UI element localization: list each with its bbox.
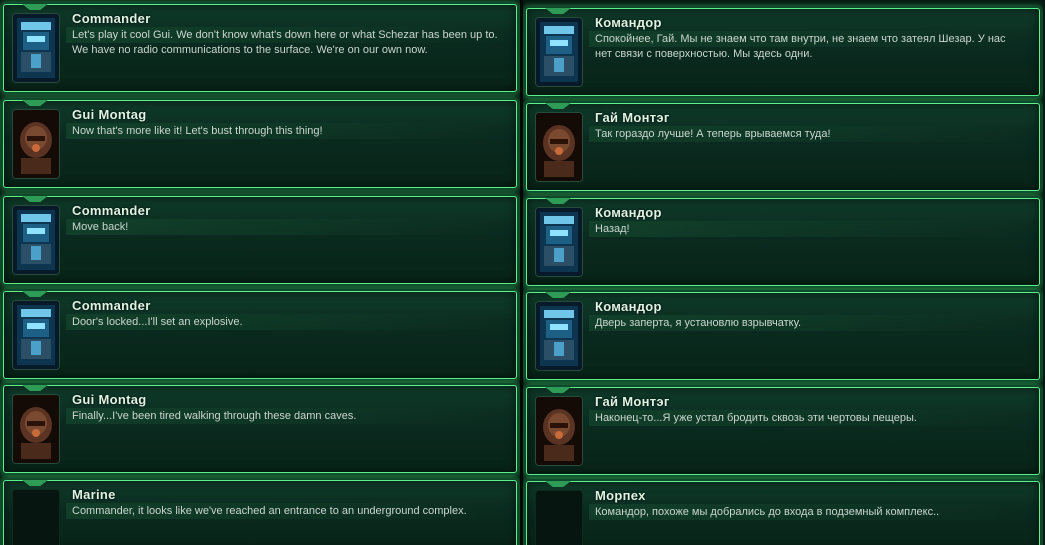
dialogue-text: Спокойнее, Гай. Мы не знаем что там внут…	[595, 33, 1006, 60]
dialogue-panel: Gui Montag Finally...I've been tired wal…	[3, 385, 517, 473]
dialogue-panel: Гай Монтэг Так гораздо лучше! А теперь в…	[526, 103, 1040, 191]
panel-notch	[22, 291, 48, 297]
dialogue-panel: Гай Монтэг Наконец-то...Я уже устал брод…	[526, 387, 1040, 475]
commander-portrait-icon	[535, 301, 583, 371]
speaker-name: Командор	[595, 205, 662, 220]
dialogue-panel: Commander Move back!	[3, 196, 517, 284]
panel-notch	[545, 103, 571, 109]
speaker-name: Морпех	[595, 488, 646, 503]
dialogue-panel: Commander Let's play it cool Gui. We don…	[3, 4, 517, 92]
dialogue-text: Finally...I've been tired walking throug…	[72, 410, 357, 422]
dialogue-text: Let's play it cool Gui. We don't know wh…	[72, 29, 498, 56]
speaker-name: Командор	[595, 15, 662, 30]
panel-notch	[545, 387, 571, 393]
panel-notch	[22, 100, 48, 106]
dialogue-text: Now that's more like it! Let's bust thro…	[72, 125, 323, 137]
gui-montag-portrait-icon	[12, 109, 60, 179]
panel-notch	[545, 198, 571, 204]
dialogue-text: Door's locked...I'll set an explosive.	[72, 316, 243, 328]
dialogue-text: Командор, похоже мы добрались до входа в…	[595, 506, 940, 518]
dialogue-panel: Commander Door's locked...I'll set an ex…	[3, 291, 517, 379]
panel-notch	[22, 480, 48, 486]
marine-portrait-icon	[535, 490, 583, 545]
dialogue-column-russian: Командор Спокойнее, Гай. Мы не знаем что…	[523, 0, 1043, 545]
dialogue-text: Назад!	[595, 223, 630, 235]
commander-portrait-icon	[12, 13, 60, 83]
dialogue-column-english: Commander Let's play it cool Gui. We don…	[0, 0, 520, 545]
dialogue-panel: Морпех Командор, похоже мы добрались до …	[526, 481, 1040, 545]
speaker-name: Gui Montag	[72, 392, 147, 407]
dialogue-panel: Командор Назад!	[526, 198, 1040, 286]
dialogue-panel: Marine Commander, it looks like we've re…	[3, 480, 517, 545]
commander-portrait-icon	[12, 205, 60, 275]
dialogue-text: Commander, it looks like we've reached a…	[72, 505, 467, 517]
marine-portrait-icon	[12, 489, 60, 545]
speaker-name: Commander	[72, 11, 151, 26]
panel-notch	[22, 4, 48, 10]
gui-montag-portrait-icon	[12, 394, 60, 464]
commander-portrait-icon	[535, 17, 583, 87]
speaker-name: Commander	[72, 298, 151, 313]
speaker-name: Командор	[595, 299, 662, 314]
panel-notch	[545, 292, 571, 298]
dialogue-panel: Gui Montag Now that's more like it! Let'…	[3, 100, 517, 188]
dialogue-text: Move back!	[72, 221, 129, 233]
dialogue-panel: Командор Спокойнее, Гай. Мы не знаем что…	[526, 8, 1040, 96]
gui-montag-portrait-icon	[535, 396, 583, 466]
dialogue-panel: Командор Дверь заперта, я установлю взры…	[526, 292, 1040, 380]
gui-montag-portrait-icon	[535, 112, 583, 182]
commander-portrait-icon	[535, 207, 583, 277]
speaker-name: Гай Монтэг	[595, 394, 670, 409]
dialogue-text: Так гораздо лучше! А теперь врываемся ту…	[595, 128, 831, 140]
commander-portrait-icon	[12, 300, 60, 370]
panel-notch	[545, 8, 571, 14]
dialogue-text: Наконец-то...Я уже устал бродить сквозь …	[595, 412, 917, 424]
speaker-name: Marine	[72, 487, 116, 502]
panel-notch	[22, 385, 48, 391]
speaker-name: Commander	[72, 203, 151, 218]
panel-notch	[22, 196, 48, 202]
speaker-name: Гай Монтэг	[595, 110, 670, 125]
panel-notch	[545, 481, 571, 487]
dialogue-text: Дверь заперта, я установлю взрывчатку.	[595, 317, 802, 329]
speaker-name: Gui Montag	[72, 107, 147, 122]
